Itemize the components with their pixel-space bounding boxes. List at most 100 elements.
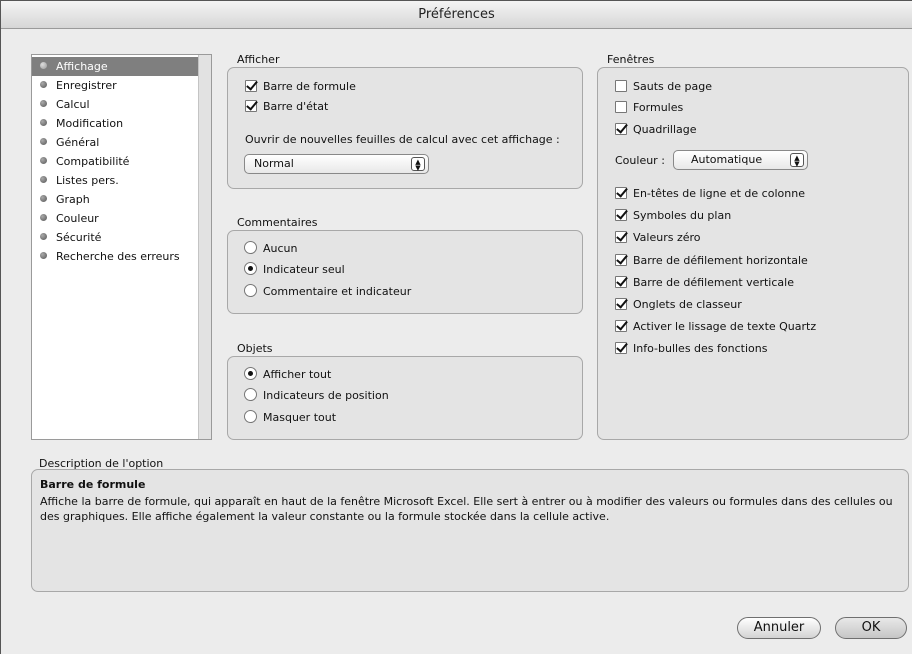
category-sidebar: Affichage Enregistrer Calcul Modificatio…: [31, 54, 212, 440]
ok-button[interactable]: OK: [835, 617, 907, 639]
category-list: Affichage Enregistrer Calcul Modificatio…: [32, 55, 198, 439]
zero-values-checkbox[interactable]: Valeurs zéro: [615, 230, 701, 246]
radio-on-icon: [244, 262, 257, 275]
checkbox-label: Formules: [633, 101, 684, 114]
radio-on-icon: [244, 367, 257, 380]
cancel-button[interactable]: Annuler: [737, 617, 821, 639]
status-bar-checkbox[interactable]: Barre d'état: [245, 99, 328, 115]
checkbox-label: Symboles du plan: [633, 209, 732, 222]
commentaires-group: Aucun Indicateur seul Commentaire et ind…: [227, 230, 583, 314]
horizontal-scrollbar-checkbox[interactable]: Barre de défilement horizontale: [615, 253, 808, 269]
updown-arrows-icon: ▲ ▼: [790, 153, 804, 168]
color-select[interactable]: Automatique ▲ ▼: [673, 150, 808, 170]
sidebar-item-listes-pers[interactable]: Listes pers.: [32, 171, 198, 190]
description-title: Barre de formule: [40, 478, 146, 491]
checkbox-label: Info-bulles des fonctions: [633, 342, 768, 355]
bullet-icon: [40, 233, 47, 240]
sidebar-item-label: Recherche des erreurs: [56, 250, 180, 263]
sidebar-item-label: Calcul: [56, 98, 90, 111]
formula-bar-checkbox[interactable]: Barre de formule: [245, 79, 356, 95]
sidebar-scrollbar[interactable]: [198, 55, 211, 439]
checkbox-checked-icon: [615, 254, 627, 266]
checkbox-unchecked-icon: [615, 101, 627, 113]
open-view-label: Ouvrir de nouvelles feuilles de calcul a…: [245, 133, 560, 146]
sidebar-item-label: Couleur: [56, 212, 99, 225]
bullet-icon: [40, 214, 47, 221]
objets-group-title: Objets: [237, 342, 273, 355]
bullet-icon: [40, 62, 47, 69]
radio-off-icon: [244, 241, 257, 254]
radio-aucun[interactable]: Aucun: [244, 241, 298, 257]
window-title: Préférences: [1, 1, 912, 29]
page-breaks-checkbox[interactable]: Sauts de page: [615, 79, 712, 95]
gridlines-checkbox[interactable]: Quadrillage: [615, 122, 697, 138]
checkbox-checked-icon: [245, 100, 257, 112]
updown-arrows-icon: ▲ ▼: [411, 157, 425, 172]
function-tooltips-checkbox[interactable]: Info-bulles des fonctions: [615, 341, 767, 357]
vertical-scrollbar-checkbox[interactable]: Barre de défilement verticale: [615, 275, 794, 291]
afficher-group-title: Afficher: [237, 53, 280, 66]
sidebar-item-label: Enregistrer: [56, 79, 117, 92]
view-select[interactable]: Normal ▲ ▼: [244, 154, 429, 174]
sidebar-item-modification[interactable]: Modification: [32, 114, 198, 133]
bullet-icon: [40, 138, 47, 145]
checkbox-label: Barre de défilement verticale: [633, 276, 794, 289]
fenetres-group-title: Fenêtres: [607, 53, 655, 66]
sidebar-item-couleur[interactable]: Couleur: [32, 209, 198, 228]
radio-label: Indicateurs de position: [263, 389, 389, 402]
radio-commentaire-et-indicateur[interactable]: Commentaire et indicateur: [244, 284, 411, 300]
checkbox-checked-icon: [615, 320, 627, 332]
bullet-icon: [40, 252, 47, 259]
sidebar-item-label: Sécurité: [56, 231, 102, 244]
radio-afficher-tout[interactable]: Afficher tout: [244, 367, 331, 383]
sheet-tabs-checkbox[interactable]: Onglets de classeur: [615, 297, 742, 313]
fenetres-group: Sauts de page Formules Quadrillage Coule…: [597, 67, 909, 440]
sidebar-item-compatibilite[interactable]: Compatibilité: [32, 152, 198, 171]
bullet-icon: [40, 100, 47, 107]
checkbox-label: Quadrillage: [633, 123, 697, 136]
checkbox-checked-icon: [615, 231, 627, 243]
sidebar-item-affichage[interactable]: Affichage: [32, 57, 198, 76]
quartz-smoothing-checkbox[interactable]: Activer le lissage de texte Quartz: [615, 319, 816, 335]
color-select-value: Automatique: [691, 153, 763, 166]
sidebar-item-calcul[interactable]: Calcul: [32, 95, 198, 114]
headers-checkbox[interactable]: En-têtes de ligne et de colonne: [615, 186, 805, 202]
radio-masquer-tout[interactable]: Masquer tout: [244, 410, 336, 426]
checkbox-label: Sauts de page: [633, 80, 712, 93]
view-select-value: Normal: [254, 157, 294, 170]
outline-symbols-checkbox[interactable]: Symboles du plan: [615, 208, 731, 224]
preferences-window: Préférences Affichage Enregistrer Calcul…: [0, 0, 912, 654]
radio-indicateurs-position[interactable]: Indicateurs de position: [244, 388, 389, 404]
sidebar-item-label: Compatibilité: [56, 155, 130, 168]
sidebar-item-general[interactable]: Général: [32, 133, 198, 152]
checkbox-checked-icon: [615, 342, 627, 354]
commentaires-group-title: Commentaires: [237, 216, 318, 229]
description-body: Affiche la barre de formule, qui apparaî…: [40, 495, 893, 523]
objets-group: Afficher tout Indicateurs de position Ma…: [227, 356, 583, 440]
formula-bar-label: Barre de formule: [263, 80, 356, 93]
radio-off-icon: [244, 388, 257, 401]
checkbox-label: Barre de défilement horizontale: [633, 254, 808, 267]
sidebar-item-graph[interactable]: Graph: [32, 190, 198, 209]
checkbox-label: Valeurs zéro: [633, 231, 701, 244]
radio-label: Aucun: [263, 242, 298, 255]
bullet-icon: [40, 157, 47, 164]
checkbox-label: En-têtes de ligne et de colonne: [633, 187, 805, 200]
sidebar-item-label: Affichage: [56, 60, 108, 73]
radio-indicateur-seul[interactable]: Indicateur seul: [244, 262, 345, 278]
bullet-icon: [40, 81, 47, 88]
sidebar-item-recherche-erreurs[interactable]: Recherche des erreurs: [32, 247, 198, 266]
sidebar-item-label: Modification: [56, 117, 124, 130]
checkbox-checked-icon: [245, 80, 257, 92]
radio-label: Masquer tout: [263, 411, 337, 424]
bullet-icon: [40, 176, 47, 183]
checkbox-checked-icon: [615, 123, 627, 135]
formulas-checkbox[interactable]: Formules: [615, 100, 683, 116]
radio-off-icon: [244, 284, 257, 297]
radio-label: Indicateur seul: [263, 263, 345, 276]
radio-label: Afficher tout: [263, 368, 332, 381]
sidebar-item-securite[interactable]: Sécurité: [32, 228, 198, 247]
sidebar-item-enregistrer[interactable]: Enregistrer: [32, 76, 198, 95]
checkbox-checked-icon: [615, 209, 627, 221]
afficher-group: Barre de formule Barre d'état Ouvrir de …: [227, 67, 583, 189]
